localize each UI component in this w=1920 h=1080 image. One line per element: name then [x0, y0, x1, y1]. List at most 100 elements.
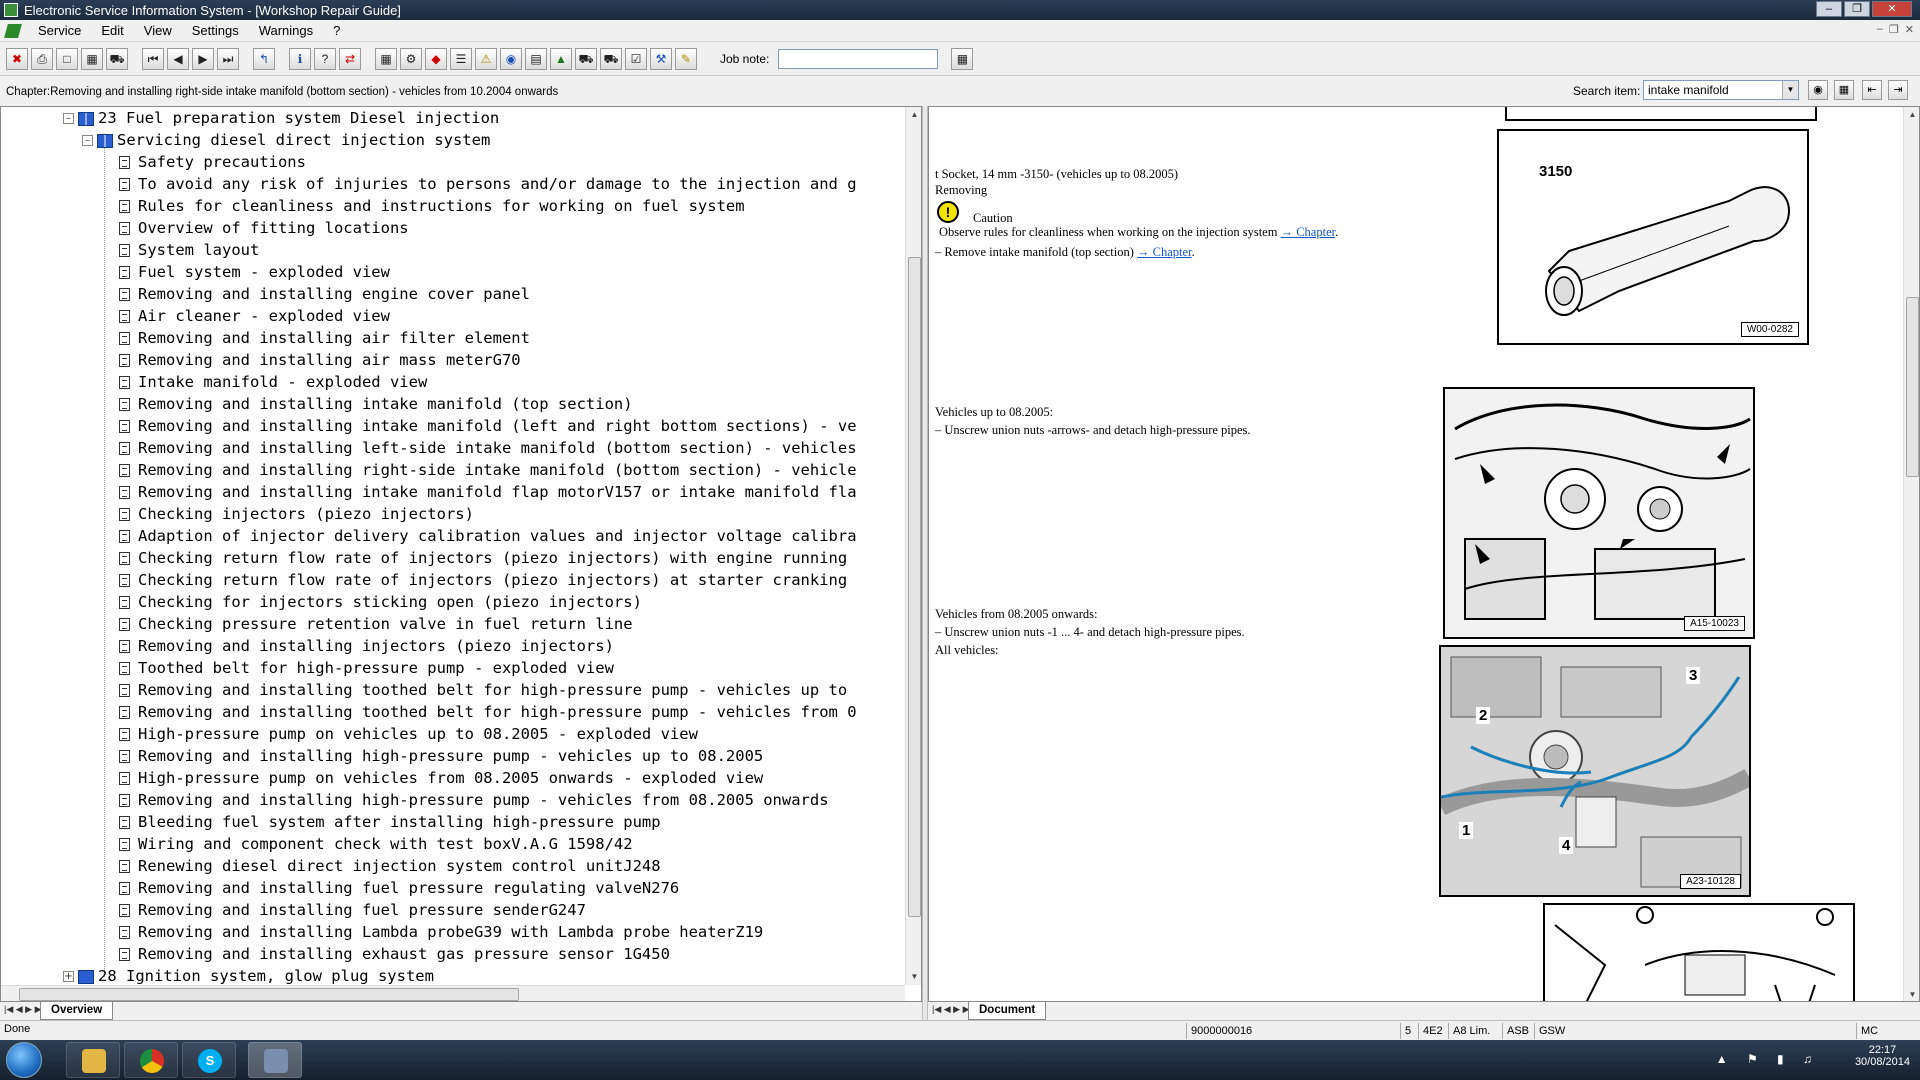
tree-item[interactable]: Checking return flow rate of injectors (… [1, 569, 905, 591]
search-item-select[interactable]: intake manifold ▼ [1643, 80, 1799, 100]
tree-item[interactable]: Removing and installing intake manifold … [1, 393, 905, 415]
tree-item[interactable]: Removing and installing right-side intak… [1, 459, 905, 481]
minimize-button[interactable]: – [1816, 1, 1842, 17]
tree-item[interactable]: Wiring and component check with test box… [1, 833, 905, 855]
tab-nav-icons[interactable]: |◀ ◀ ▶ ▶| [4, 1004, 44, 1015]
scroll-thumb[interactable] [1906, 297, 1919, 477]
tree-subsection[interactable]: – Servicing diesel direct injection syste… [1, 129, 905, 151]
notes-icon[interactable]: ✎ [675, 47, 697, 70]
tree-item[interactable]: Overview of fitting locations [1, 217, 905, 239]
esi-taskbar-button[interactable] [248, 1042, 302, 1078]
tree-item[interactable]: Removing and installing air mass meterG7… [1, 349, 905, 371]
menu-settings[interactable]: Settings [182, 23, 249, 38]
tree-item[interactable]: Removing and installing fuel pressure se… [1, 899, 905, 921]
menu-help[interactable]: ? [323, 23, 350, 38]
warning-icon[interactable]: ⚠ [475, 47, 497, 70]
mdi-close-icon[interactable]: ✕ [1905, 23, 1914, 36]
swap-icon[interactable]: ⇄ [339, 47, 361, 70]
exit-icon[interactable]: ✖ [6, 47, 28, 70]
tree-item[interactable]: Removing and installing high-pressure pu… [1, 789, 905, 811]
engine-icon[interactable]: ⚙ [400, 47, 422, 70]
tab-nav-icons[interactable]: |◀ ◀ ▶ ▶| [932, 1004, 972, 1015]
search-options-icon[interactable]: ▦ [1834, 80, 1854, 100]
tree-item[interactable]: Removing and installing left-side intake… [1, 437, 905, 459]
menu-warnings[interactable]: Warnings [249, 23, 323, 38]
explorer-taskbar-button[interactable] [66, 1042, 120, 1078]
tree-item[interactable]: Renewing diesel direct injection system … [1, 855, 905, 877]
chapter-link[interactable]: → Chapter [1281, 225, 1336, 239]
tools-icon[interactable]: ⚒ [650, 47, 672, 70]
tree-item[interactable]: Removing and installing engine cover pan… [1, 283, 905, 305]
tree-item[interactable]: Removing and installing Lambda probeG39 … [1, 921, 905, 943]
tree-section[interactable]: +28 Ignition system, glow plug system [1, 965, 905, 985]
tree-item[interactable]: Removing and installing toothed belt for… [1, 679, 905, 701]
restore-button[interactable]: ❐ [1844, 1, 1870, 17]
tab-document[interactable]: Document [968, 1002, 1047, 1020]
chevron-down-icon[interactable]: ▼ [1782, 81, 1798, 99]
app-menu-icon[interactable] [4, 23, 22, 38]
print-icon[interactable]: ⎙ [31, 47, 53, 70]
checklist-icon[interactable]: ☑ [625, 47, 647, 70]
search-next-icon[interactable]: ⇥ [1888, 80, 1908, 100]
start-button[interactable] [6, 1042, 42, 1078]
tree-item[interactable]: Removing and installing high-pressure pu… [1, 745, 905, 767]
help-icon[interactable]: ? [314, 47, 336, 70]
tree-item[interactable]: Checking pressure retention valve in fue… [1, 613, 905, 635]
job-note-input[interactable] [778, 48, 939, 69]
tree-item[interactable]: Removing and installing fuel pressure re… [1, 877, 905, 899]
scroll-thumb[interactable] [908, 257, 921, 917]
search-binoculars-icon[interactable]: ◉ [1808, 80, 1828, 100]
info-icon[interactable]: ℹ [289, 47, 311, 70]
globe-icon[interactable]: ◉ [500, 47, 522, 70]
tree-item[interactable]: High-pressure pump on vehicles from 08.2… [1, 767, 905, 789]
car-body-icon[interactable]: ⛟ [575, 47, 597, 70]
tree-item[interactable]: Bleeding fuel system after installing hi… [1, 811, 905, 833]
tree-item[interactable]: System layout [1, 239, 905, 261]
chrome-taskbar-button[interactable] [124, 1042, 178, 1078]
previous-page-icon[interactable]: ◀ [167, 47, 189, 70]
tree-item[interactable]: Fuel system - exploded view [1, 261, 905, 283]
job-note-save-icon[interactable]: ▦ [951, 47, 974, 70]
list-icon[interactable]: ☰ [450, 47, 472, 70]
collapse-icon[interactable]: – [63, 113, 74, 124]
tree-item[interactable]: Removing and installing toothed belt for… [1, 701, 905, 723]
tree-item[interactable]: Removing and installing intake manifold … [1, 481, 905, 503]
scroll-up-icon[interactable]: ▲ [906, 107, 921, 123]
chapter-link[interactable]: → Chapter [1137, 245, 1192, 259]
tree-item[interactable]: Checking injectors (piezo injectors) [1, 503, 905, 525]
menu-service[interactable]: Service [28, 23, 91, 38]
tree-item[interactable]: Removing and installing air filter eleme… [1, 327, 905, 349]
tree-item[interactable]: High-pressure pump on vehicles up to 08.… [1, 723, 905, 745]
next-page-icon[interactable]: ▶ [192, 47, 214, 70]
service-car-icon[interactable]: ⛟ [600, 47, 622, 70]
menu-view[interactable]: View [134, 23, 182, 38]
tree-item[interactable]: To avoid any risk of injuries to persons… [1, 173, 905, 195]
up-level-icon[interactable]: ↰ [253, 47, 275, 70]
last-page-icon[interactable]: ⏭ [217, 47, 239, 70]
document-settings-icon[interactable]: ▦ [81, 47, 103, 70]
tree-item[interactable]: Toothed belt for high-pressure pump - ex… [1, 657, 905, 679]
vehicle-icon[interactable]: ⛟ [106, 47, 128, 70]
repair-icon[interactable]: ▲ [550, 47, 572, 70]
new-document-icon[interactable]: □ [56, 47, 78, 70]
tree-item[interactable]: Rules for cleanliness and instructions f… [1, 195, 905, 217]
scroll-up-icon[interactable]: ▲ [1904, 107, 1919, 123]
mdi-restore-icon[interactable]: ❐ [1889, 23, 1899, 36]
tree-item[interactable]: Removing and installing injectors (piezo… [1, 635, 905, 657]
tree-item[interactable]: Adaption of injector delivery calibratio… [1, 525, 905, 547]
clock[interactable]: 22:17 30/08/2014 [1855, 1044, 1910, 1068]
tree-item[interactable]: Removing and installing intake manifold … [1, 415, 905, 437]
tree-section[interactable]: –23 Fuel preparation system Diesel injec… [1, 107, 905, 129]
scroll-down-icon[interactable]: ▼ [906, 969, 921, 985]
close-button[interactable]: ✕ [1872, 1, 1912, 17]
skype-taskbar-button[interactable]: S [182, 1042, 236, 1078]
tree-horizontal-scrollbar[interactable] [1, 985, 905, 1001]
tree-item[interactable]: Safety precautions [1, 151, 905, 173]
document-vertical-scrollbar[interactable]: ▲ ▼ [1903, 107, 1919, 1001]
collapse-icon[interactable]: – [82, 135, 93, 146]
tree-item[interactable]: Checking for injectors sticking open (pi… [1, 591, 905, 613]
menu-edit[interactable]: Edit [91, 23, 133, 38]
tree-item[interactable]: Intake manifold - exploded view [1, 371, 905, 393]
tab-overview[interactable]: Overview [40, 1002, 114, 1020]
diagnosis-icon[interactable]: ◆ [425, 47, 447, 70]
